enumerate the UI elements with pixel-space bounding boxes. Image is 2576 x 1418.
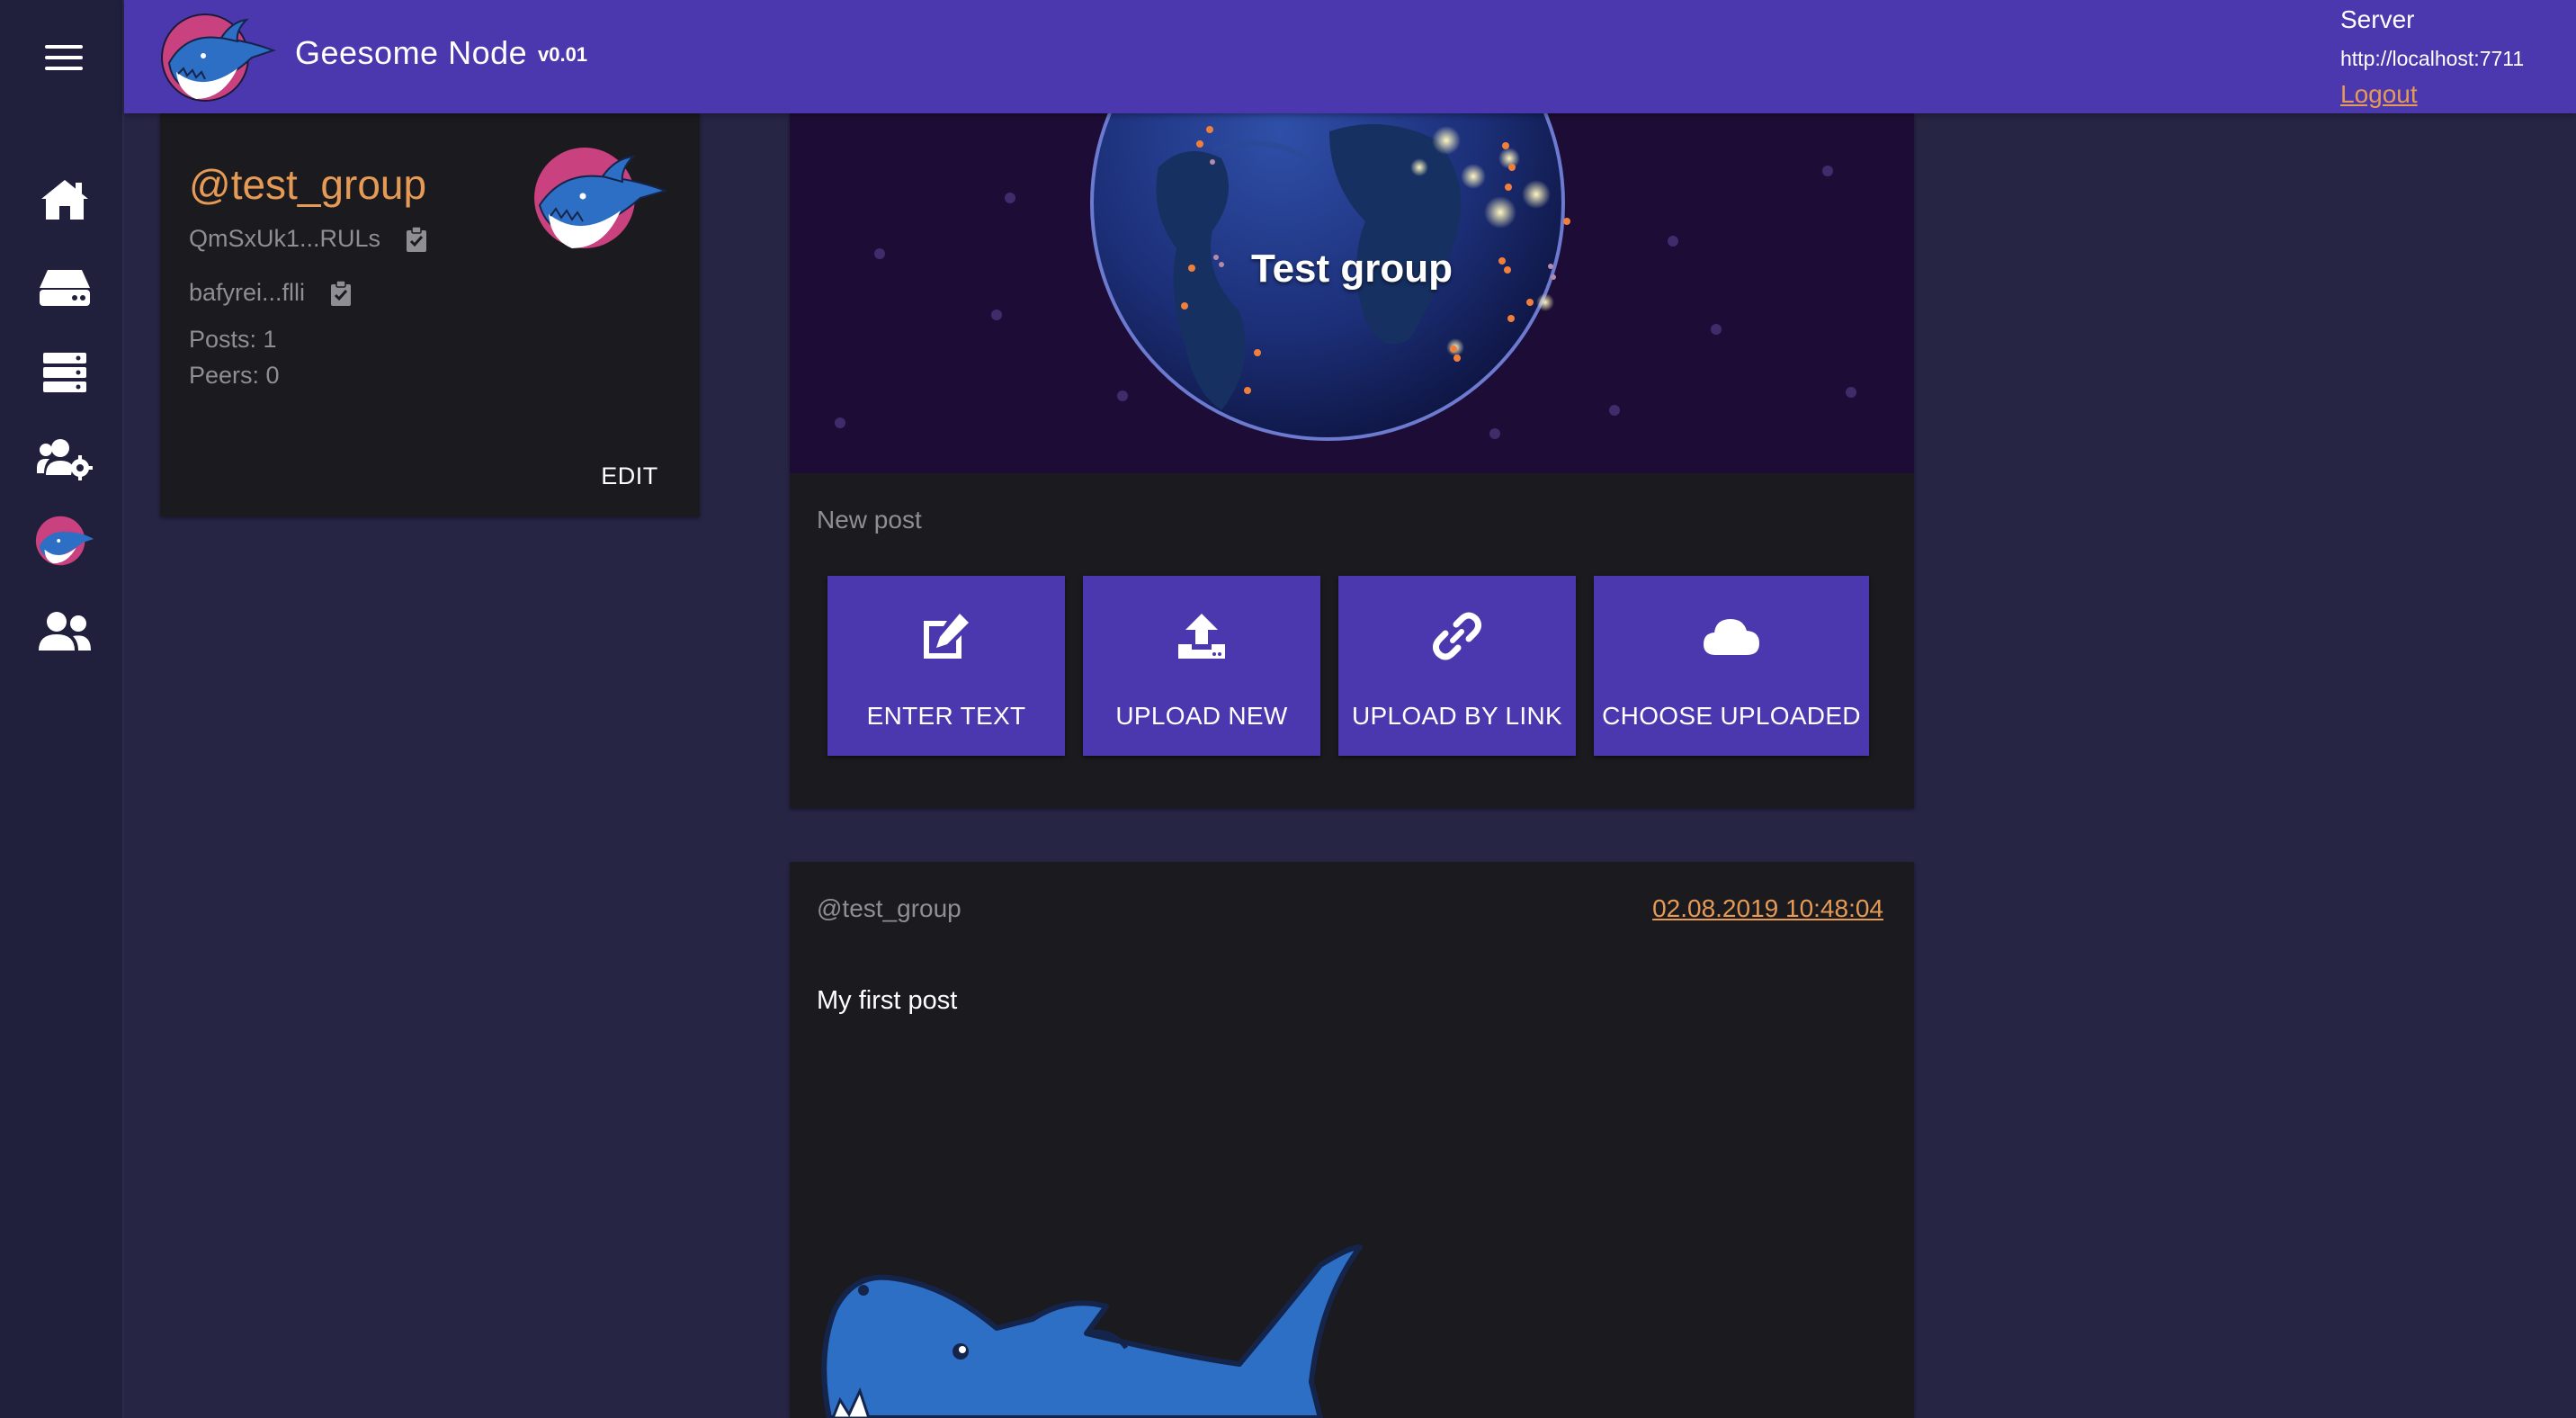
post-date-link[interactable]: 02.08.2019 10:48:04 [1652, 894, 1883, 923]
static-id-row: bafyrei...flli [189, 279, 352, 307]
upload-icon [1178, 614, 1225, 659]
group-avatar [531, 146, 669, 252]
sidebar [0, 0, 124, 1418]
storage-id-row: QmSxUk1...RULs [189, 225, 427, 253]
copy-clipboard-icon[interactable] [406, 225, 427, 253]
server-info: Server http://localhost:7711 Logout [2340, 5, 2565, 109]
test-group-avatar[interactable] [32, 513, 97, 567]
hdd-icon[interactable] [32, 261, 97, 315]
hamburger-menu-icon[interactable] [45, 45, 83, 74]
home-icon[interactable] [32, 173, 97, 227]
upload-by-link-label: UPLOAD BY LINK [1352, 702, 1562, 730]
storage-id: QmSxUk1...RULs [189, 225, 381, 252]
post-text: My first post [817, 986, 958, 1015]
posts-count: Posts: 1 [189, 326, 277, 353]
link-icon [1433, 612, 1481, 660]
group-profile-card: @test_group QmSxUk1...RULs bafyrei...fll… [160, 113, 700, 516]
new-post-label: New post [817, 506, 922, 534]
group-new-post-card: Test group New post ENTER TEXT UPLOAD NE… [790, 113, 1914, 808]
upload-by-link-button[interactable]: UPLOAD BY LINK [1338, 576, 1576, 756]
users-cog-icon[interactable] [32, 432, 97, 486]
choose-uploaded-button[interactable]: CHOOSE UPLOADED [1594, 576, 1869, 756]
app-title: Geesome Node [295, 34, 528, 71]
logout-link[interactable]: Logout [2340, 80, 2418, 109]
upload-new-label: UPLOAD NEW [1115, 702, 1288, 730]
group-handle: @test_group [189, 161, 427, 208]
server-label: Server [2340, 5, 2415, 33]
post-card: @test_group 02.08.2019 10:48:04 My first… [790, 862, 1914, 1418]
static-id: bafyrei...flli [189, 279, 306, 306]
group-title: Test group [1250, 247, 1453, 291]
group-cover-image: Test group [790, 113, 1914, 473]
enter-text-button[interactable]: ENTER TEXT [827, 576, 1065, 756]
post-image [817, 1229, 1536, 1418]
server-url: http://localhost:7711 [2340, 47, 2525, 70]
users-icon[interactable] [32, 605, 97, 659]
copy-clipboard-icon[interactable] [330, 279, 352, 307]
cloud-icon [1704, 619, 1759, 655]
choose-uploaded-label: CHOOSE UPLOADED [1602, 702, 1861, 730]
upload-new-button[interactable]: UPLOAD NEW [1083, 576, 1320, 756]
app-version: v0.01 [538, 43, 588, 66]
server-icon[interactable] [32, 346, 97, 399]
peers-count: Peers: 0 [189, 362, 280, 389]
top-bar: Geesome Node v0.01 Server http://localho… [124, 0, 2576, 113]
enter-text-label: ENTER TEXT [866, 702, 1026, 730]
edit-icon [924, 614, 969, 659]
geesome-logo[interactable] [158, 9, 277, 104]
edit-button[interactable]: EDIT [576, 453, 684, 498]
post-author[interactable]: @test_group [817, 894, 962, 923]
